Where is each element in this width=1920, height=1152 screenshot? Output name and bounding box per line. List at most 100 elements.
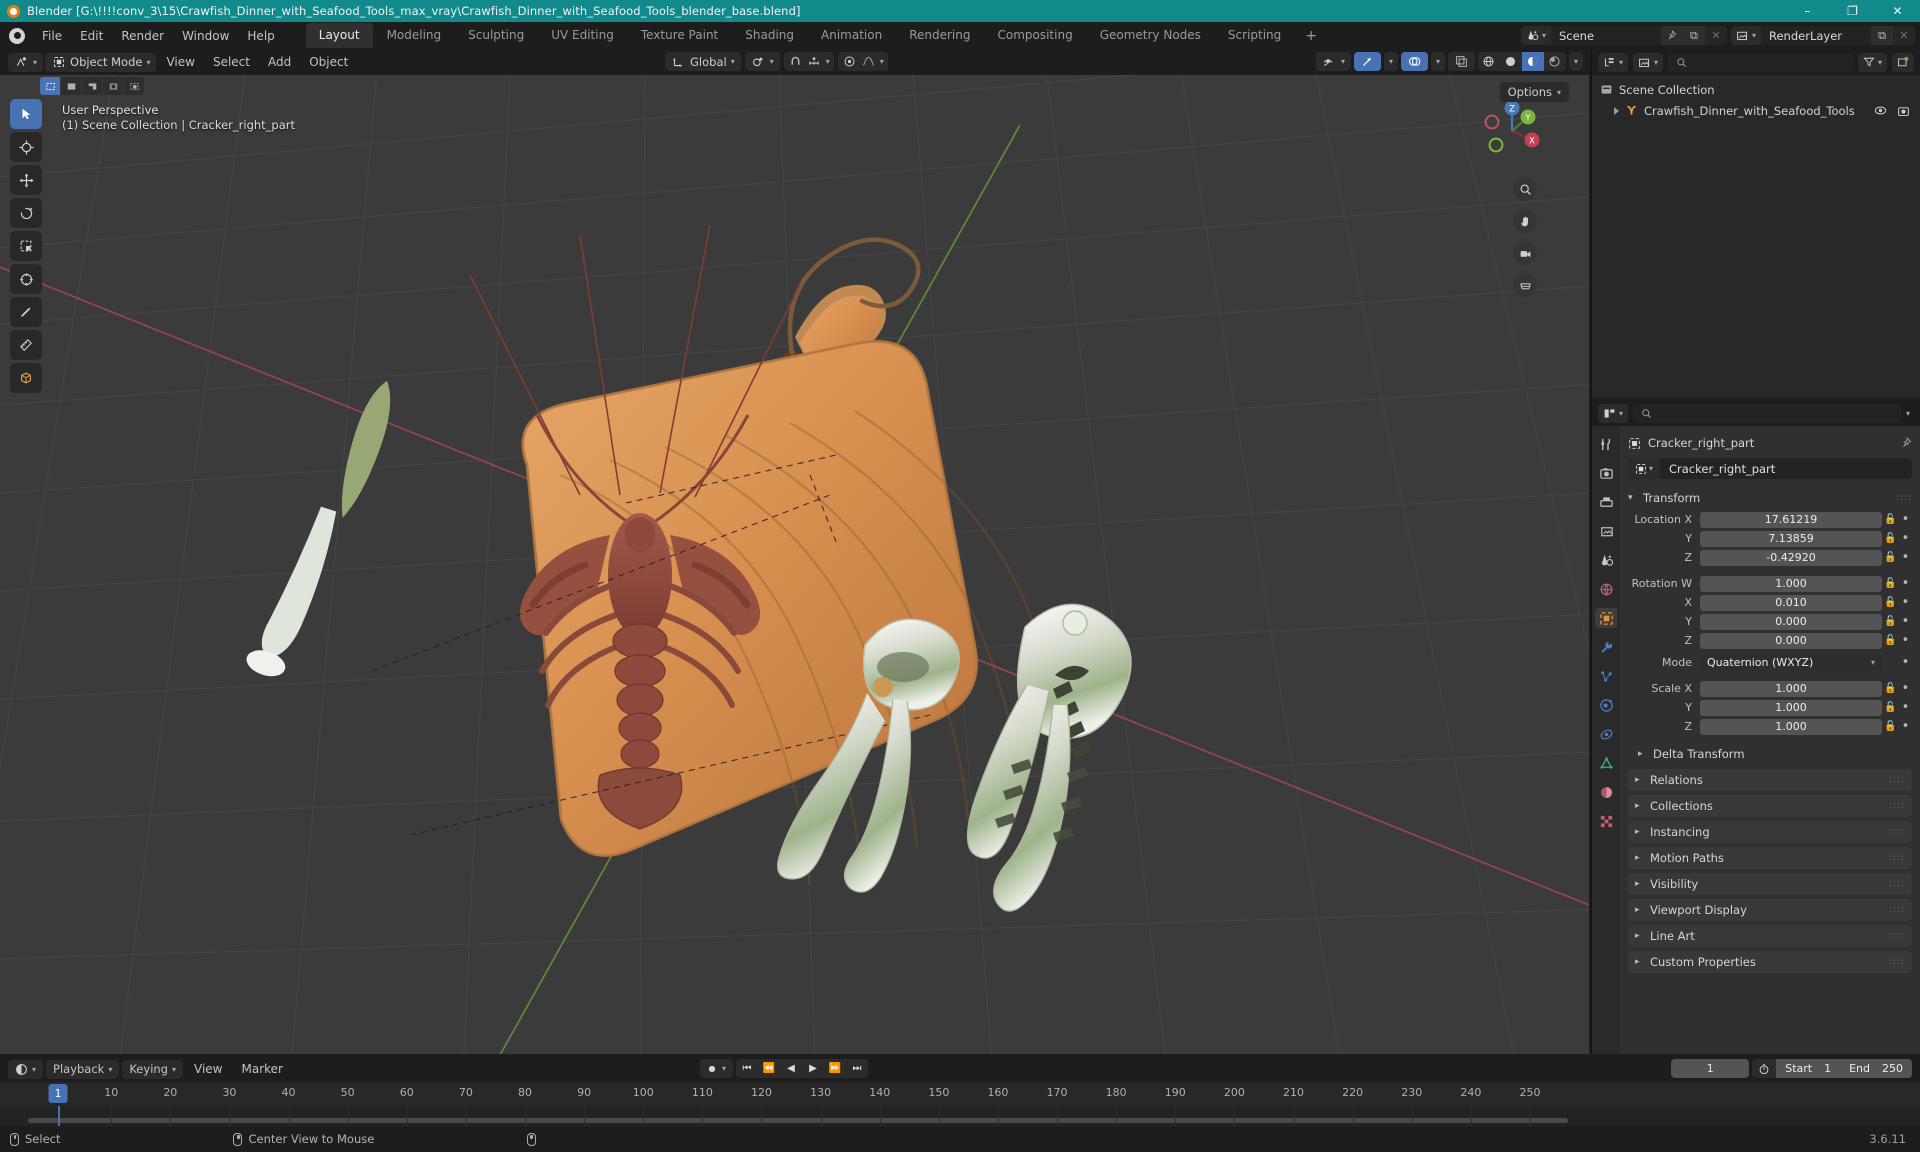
proportional-edit-group[interactable]: ▾ [837, 52, 888, 71]
tab-output[interactable] [1595, 492, 1617, 512]
animate-scale-z-icon[interactable]: • [1899, 719, 1912, 734]
value-rotation-mode[interactable]: Quaternion (WXYZ) ▾ [1700, 654, 1882, 671]
scene-selector[interactable]: ▾ Scene ⧉ ✕ [1520, 26, 1727, 45]
select-box-button[interactable] [40, 77, 60, 95]
pan-hand-icon[interactable] [1513, 209, 1537, 233]
timeline-editor[interactable]: ▾ Playback ▾ Keying ▾ View Marker ▾ ⏮ ⏪ … [0, 1056, 1920, 1126]
row-rotation-z[interactable]: Z 0.000 🔓 • [1628, 632, 1912, 649]
row-location-z[interactable]: Z -0.42920 🔓 • [1628, 549, 1912, 566]
pin-id-icon[interactable] [1900, 437, 1912, 449]
tool-scale[interactable] [10, 231, 42, 261]
row-rotation-w[interactable]: Rotation W 1.000 🔓 • [1628, 575, 1912, 592]
timeline-menu-marker[interactable]: Marker [233, 1059, 290, 1079]
snap-target-icon[interactable] [807, 54, 822, 69]
outliner-display-mode-button[interactable]: ▾ [1633, 52, 1664, 72]
overlays-toggle[interactable] [1400, 52, 1428, 71]
tab-material[interactable] [1595, 782, 1617, 802]
outliner-search-input[interactable] [1668, 52, 1853, 72]
tab-compositing[interactable]: Compositing [984, 23, 1085, 48]
tab-object[interactable] [1595, 608, 1617, 628]
lock-rotation-x-icon[interactable]: 🔓 [1882, 597, 1899, 608]
lock-scale-x-icon[interactable]: 🔓 [1882, 683, 1899, 694]
properties-search-input[interactable] [1633, 403, 1901, 423]
lock-rotation-z-icon[interactable]: 🔓 [1882, 635, 1899, 646]
properties-options-chevron-icon[interactable]: ▾ [1906, 409, 1914, 418]
viewport-3d[interactable]: ▾ Object Mode ▾ View Select Add Object G… [0, 49, 1589, 1054]
lock-rotation-w-icon[interactable]: 🔓 [1882, 578, 1899, 589]
toggle-perspective-icon[interactable] [1513, 273, 1537, 297]
add-workspace-button[interactable]: + [1295, 24, 1327, 48]
previous-keyframe-button[interactable]: ⏪ [758, 1059, 781, 1078]
outliner-editor-type-button[interactable]: ▾ [1598, 52, 1629, 72]
value-scale-y[interactable]: 1.000 [1700, 699, 1882, 716]
viewport-menu-object[interactable]: Object [301, 52, 356, 72]
value-location-x[interactable]: 17.61219 [1700, 511, 1882, 528]
transport-buttons[interactable]: ⏮ ⏪ ◀ ▶ ⏩ ⏭ [736, 1059, 869, 1078]
tool-move[interactable] [10, 165, 42, 195]
timeline-editor-type-button[interactable]: ▾ [8, 1059, 44, 1079]
editor-type-button[interactable]: ▾ [8, 52, 44, 72]
select-extend-button[interactable] [61, 77, 81, 95]
tab-object-data[interactable] [1595, 753, 1617, 773]
panel-instancing[interactable]: ▸ Instancing :::: [1628, 821, 1912, 843]
shading-material-preview-button[interactable] [1521, 52, 1544, 71]
panel-custom-properties[interactable]: ▸ Custom Properties :::: [1628, 951, 1912, 973]
proportional-edit-icon[interactable] [842, 54, 857, 69]
viewport-nav-buttons[interactable] [1513, 177, 1537, 297]
object-mode-dropdown[interactable]: Object Mode ▾ [45, 52, 157, 72]
tab-sculpting[interactable]: Sculpting [455, 23, 537, 48]
value-scale-x[interactable]: 1.000 [1700, 680, 1882, 697]
tab-scene[interactable] [1595, 550, 1617, 570]
animate-rotation-x-icon[interactable]: • [1899, 595, 1912, 610]
gizmo-toggle[interactable] [1353, 52, 1381, 71]
xray-toggle[interactable] [1447, 52, 1475, 71]
panel-collections[interactable]: ▸ Collections :::: [1628, 795, 1912, 817]
tab-geometry-nodes[interactable]: Geometry Nodes [1087, 23, 1214, 48]
outliner-new-collection-button[interactable] [1892, 52, 1914, 72]
shading-solid-button[interactable] [1499, 52, 1522, 71]
tool-add-cube[interactable] [10, 363, 42, 393]
tab-animation[interactable]: Animation [808, 23, 895, 48]
animate-scale-x-icon[interactable]: • [1899, 681, 1912, 696]
new-scene-button[interactable]: ⧉ [1682, 26, 1705, 45]
value-rotation-w[interactable]: 1.000 [1700, 575, 1882, 592]
viewport-options-button[interactable]: Options ▾ [1499, 82, 1569, 102]
value-location-z[interactable]: -0.42920 [1700, 549, 1882, 566]
select-intersect-button[interactable] [124, 77, 144, 95]
expand-triangle-icon[interactable] [1614, 106, 1619, 115]
tab-tool[interactable] [1595, 434, 1617, 454]
tab-rendering[interactable]: Rendering [896, 23, 983, 48]
menu-file[interactable]: File [33, 25, 71, 47]
menu-render[interactable]: Render [112, 25, 173, 47]
menu-window[interactable]: Window [173, 25, 238, 47]
panel-viewport-display[interactable]: ▸ Viewport Display :::: [1628, 899, 1912, 921]
tab-layout[interactable]: Layout [305, 23, 373, 48]
properties-editor[interactable]: ▾ ▾ Cracker_right_part ▾ Cracker_right_p… [1591, 400, 1920, 1054]
new-viewlayer-button[interactable]: ⧉ [1871, 26, 1893, 45]
lock-scale-z-icon[interactable]: 🔓 [1882, 721, 1899, 732]
snap-pivot-dropdown[interactable]: ▾ [744, 52, 780, 71]
tab-world[interactable] [1595, 579, 1617, 599]
lock-location-z-icon[interactable]: 🔓 [1882, 552, 1899, 563]
snap-group[interactable]: ▾ [783, 52, 834, 71]
scene-icon[interactable]: ▾ [1520, 26, 1551, 45]
tab-shading[interactable]: Shading [732, 23, 807, 48]
tool-rotate[interactable] [10, 198, 42, 228]
transform-orientation-dropdown[interactable]: Global ▾ [665, 52, 741, 71]
object-name-input[interactable]: Cracker_right_part [1660, 458, 1912, 479]
row-rotation-x[interactable]: X 0.010 🔓 • [1628, 594, 1912, 611]
animate-rotation-y-icon[interactable]: • [1899, 614, 1912, 629]
viewport-menu-select[interactable]: Select [205, 52, 258, 72]
menu-help[interactable]: Help [238, 25, 283, 47]
tool-transform[interactable] [10, 264, 42, 294]
outliner-row-scene-collection[interactable]: Scene Collection [1592, 79, 1920, 100]
panel-line-art[interactable]: ▸ Line Art :::: [1628, 925, 1912, 947]
end-frame-field[interactable]: End 250 [1840, 1059, 1912, 1078]
tab-physics[interactable] [1595, 695, 1617, 715]
camera-render-icon[interactable] [1897, 105, 1910, 117]
object-name-icon[interactable]: ▾ [1628, 458, 1660, 479]
menu-edit[interactable]: Edit [71, 25, 112, 47]
value-rotation-z[interactable]: 0.000 [1700, 632, 1882, 649]
navigation-gizmo[interactable]: Z X Y [1478, 97, 1546, 165]
animate-location-y-icon[interactable]: • [1899, 531, 1912, 546]
